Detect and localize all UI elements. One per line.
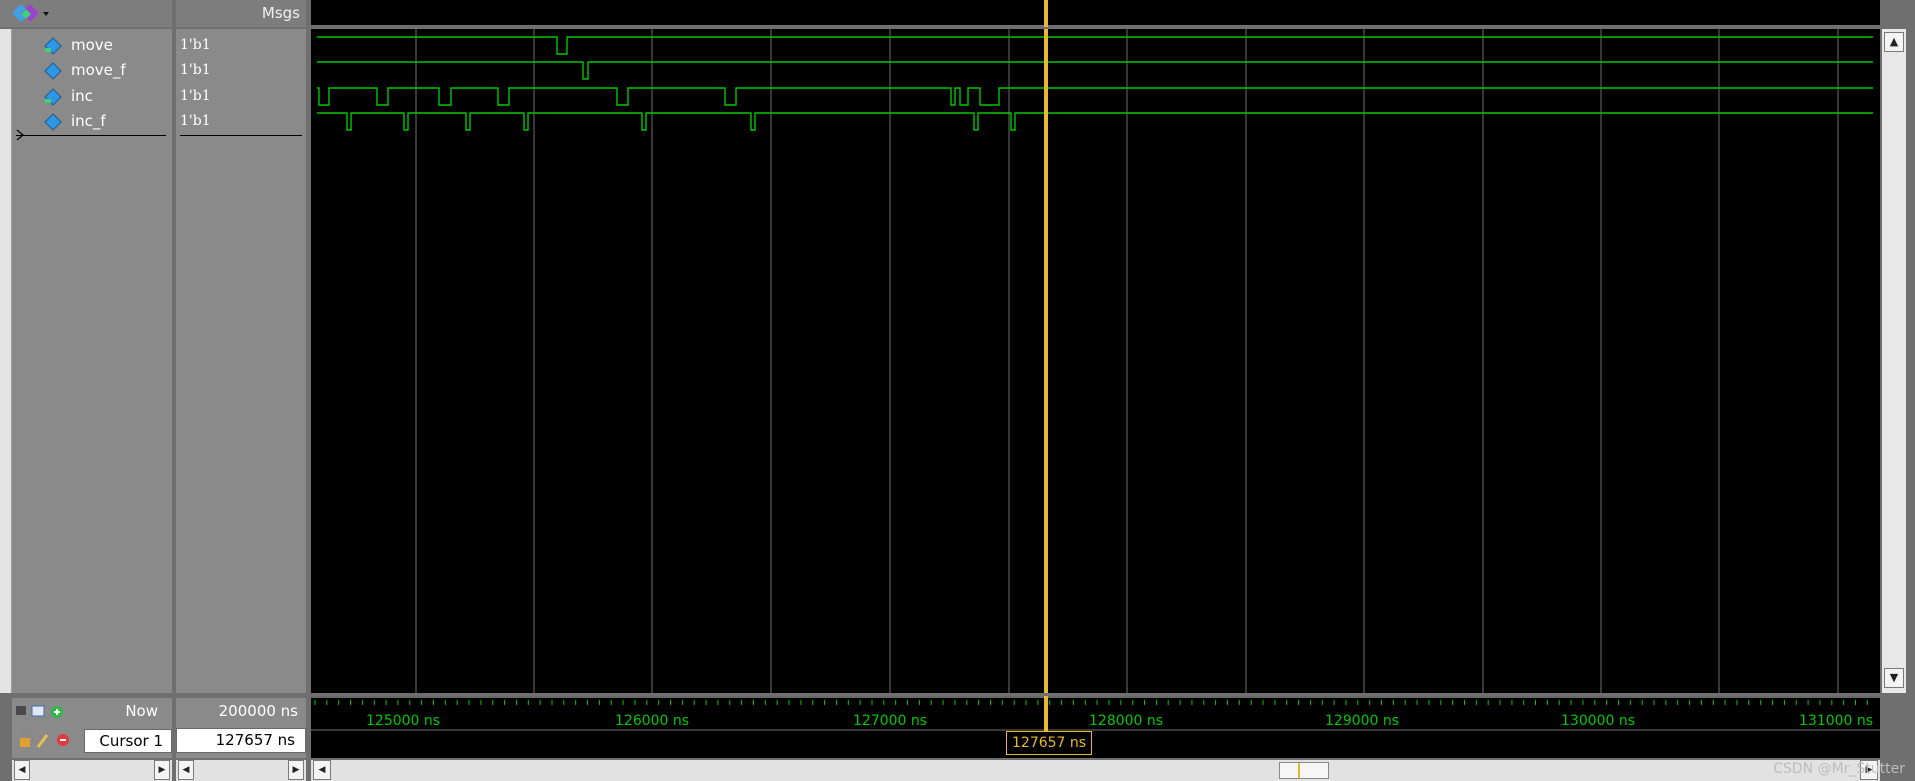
gridlines (415, 29, 1839, 693)
waveform-canvas[interactable] (311, 29, 1880, 693)
scroll-right-icon[interactable]: ▶ (154, 760, 170, 780)
wave-inc-f (317, 112, 1873, 131)
cursor-line[interactable] (1044, 29, 1048, 693)
scroll-left-icon[interactable]: ◀ (178, 760, 194, 780)
scroll-left-icon[interactable]: ◀ (14, 760, 30, 780)
signal-diamond-icon (44, 88, 62, 106)
signal-values-pane: 1'b1 1'b1 1'b1 1'b1 (176, 29, 306, 693)
scroll-thumb[interactable] (1279, 762, 1329, 779)
signal-value: 1'b1 (180, 113, 211, 129)
signal-diamond-icon (44, 113, 62, 131)
signal-row-move-f[interactable]: move_f (12, 58, 172, 83)
cursor-time-readout[interactable]: 127657 ns (1006, 731, 1093, 755)
signal-row-inc[interactable]: inc (12, 84, 172, 109)
signal-name: move_f (71, 61, 126, 79)
wave-move-f (317, 61, 1873, 80)
cursor-toolbar-icons[interactable] (16, 730, 78, 750)
signal-value: 1'b1 (180, 37, 211, 53)
insertion-line (180, 135, 302, 136)
vertical-scrollbar[interactable]: ▲ ▼ (1882, 29, 1906, 693)
wave-hscrollbar[interactable]: ◀ ▶ (311, 760, 1880, 781)
waveform-svg (317, 29, 1873, 693)
watermark: CSDN @Mr_Stutter (1773, 761, 1905, 777)
signal-value: 1'b1 (180, 62, 211, 78)
signal-name: inc_f (71, 112, 106, 130)
cursor-line-header (1044, 0, 1048, 27)
signal-value: 1'b1 (180, 88, 211, 104)
scroll-right-icon[interactable]: ▶ (288, 760, 304, 780)
dropdown-arrow-icon (43, 12, 49, 16)
now-value: 200000 ns (218, 702, 298, 720)
timeline-ruler[interactable]: 125000 ns 126000 ns 127000 ns 128000 ns … (311, 696, 1880, 758)
scroll-up-icon[interactable]: ▲ (1884, 32, 1904, 52)
signal-diamond-icon (44, 37, 62, 55)
value-row: 1'b1 (176, 58, 306, 83)
scroll-left-icon[interactable]: ◀ (313, 760, 331, 780)
cursor-value-field: 127657 ns (176, 728, 306, 753)
scroll-down-icon[interactable]: ▼ (1884, 668, 1904, 688)
cursor-name-field[interactable]: Cursor 1 (84, 729, 172, 753)
cursor-line-ruler (1044, 696, 1048, 732)
insertion-line (16, 135, 166, 136)
values-hscrollbar[interactable]: ◀ ▶ (176, 760, 306, 781)
status-values-pane: 200000 ns 127657 ns (176, 698, 306, 758)
wave-header-bar (311, 0, 1880, 25)
msgs-header: Msgs (176, 0, 306, 27)
tick-label: 128000 ns (1089, 713, 1164, 729)
tick-label: 130000 ns (1561, 713, 1636, 729)
wave-header-names (0, 0, 172, 27)
tick-label: 129000 ns (1325, 713, 1400, 729)
signal-row-inc-f[interactable]: inc_f (12, 109, 172, 134)
value-row: 1'b1 (176, 33, 306, 58)
signal-name: move (71, 36, 113, 54)
wave-toolbar-icon[interactable] (10, 3, 50, 25)
wave-move (317, 36, 1873, 55)
signal-row-move[interactable]: move (12, 33, 172, 58)
now-toolbar-icons[interactable] (14, 703, 70, 721)
signal-name: inc (71, 87, 93, 105)
signal-names-pane: move move_f inc inc_f (12, 29, 172, 693)
insertion-marker-icon (16, 129, 24, 141)
wave-inc (317, 87, 1873, 106)
tick-label: 131000 ns (1799, 713, 1874, 729)
names-hscrollbar[interactable]: ◀ ▶ (12, 760, 172, 781)
now-label: Now (125, 702, 158, 720)
tick-label: 125000 ns (366, 713, 441, 729)
status-names-pane: Now Cursor 1 (12, 698, 172, 758)
value-row: 1'b1 (176, 84, 306, 109)
tick-label: 127000 ns (853, 713, 928, 729)
tick-label: 126000 ns (615, 713, 690, 729)
signal-diamond-icon (44, 62, 62, 80)
value-row: 1'b1 (176, 109, 306, 134)
pane-border-strip (0, 29, 12, 693)
